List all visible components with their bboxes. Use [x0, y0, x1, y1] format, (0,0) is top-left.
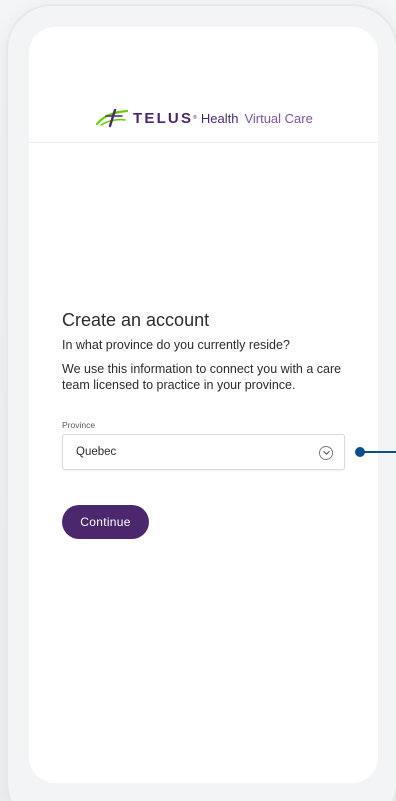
- page-title: Create an account: [62, 310, 210, 330]
- province-select[interactable]: Quebec: [62, 434, 345, 470]
- brand-telus: TELUS: [133, 109, 194, 127]
- telus-leaf-icon: [95, 108, 129, 128]
- chevron-down-icon: [319, 446, 333, 460]
- brand-registered-mark: ®: [193, 115, 197, 121]
- callout-line: [362, 451, 396, 453]
- stage: TELUS ® Health Virtual Care Create an ac…: [0, 0, 396, 801]
- province-question: In what province do you currently reside…: [62, 338, 290, 352]
- app-screen: TELUS ® Health Virtual Care Create an ac…: [29, 27, 378, 783]
- province-info-text: We use this information to connect you w…: [62, 362, 342, 392]
- province-selected-value: Quebec: [76, 446, 117, 458]
- brand-product-name: Virtual Care: [244, 110, 313, 126]
- app-header: TELUS ® Health Virtual Care: [29, 27, 378, 143]
- brand-logo: TELUS ® Health Virtual Care: [95, 108, 313, 128]
- province-label: Province: [62, 420, 96, 430]
- continue-button[interactable]: Continue: [62, 505, 149, 539]
- brand-health: Health: [200, 110, 239, 126]
